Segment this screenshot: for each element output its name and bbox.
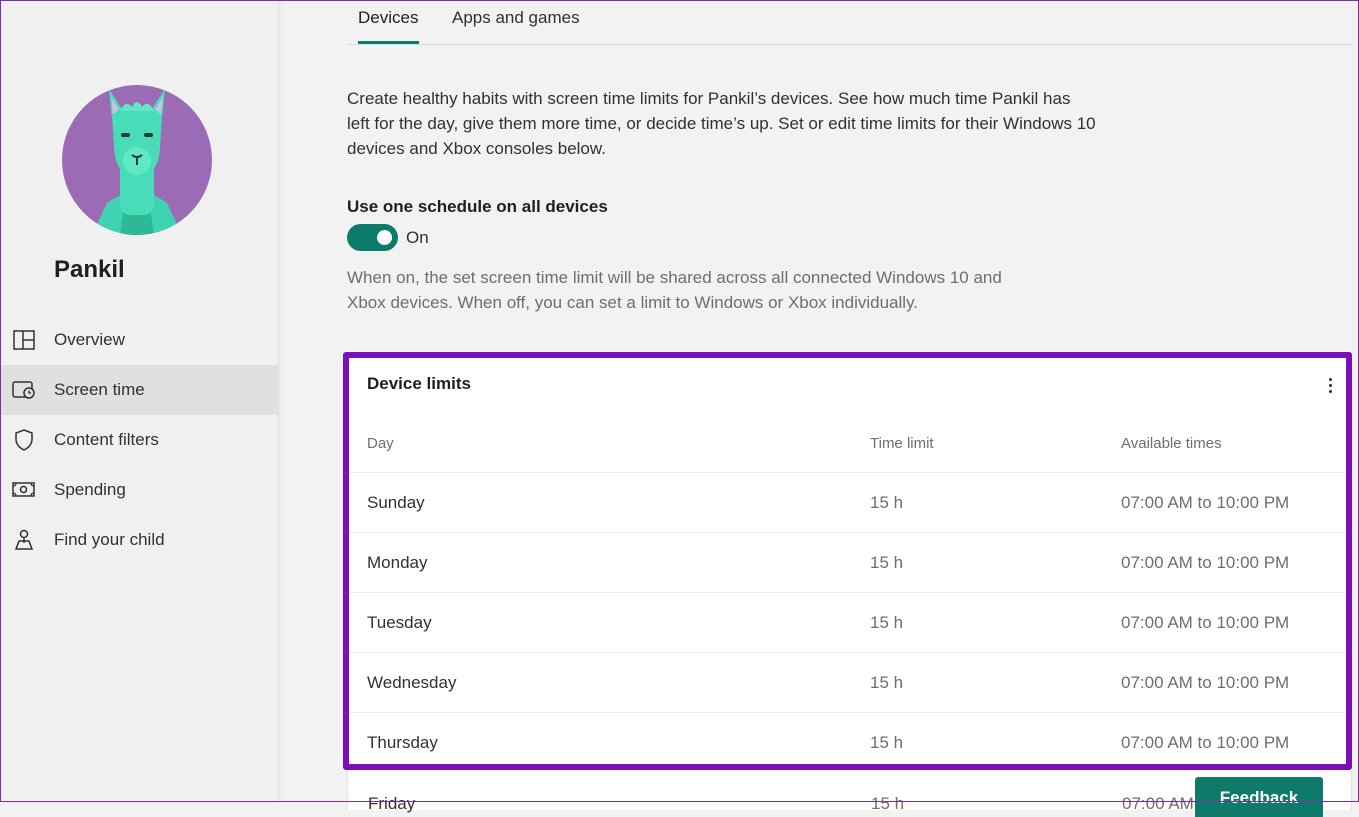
feedback-button[interactable]: Feedback [1195,777,1323,817]
toggle-state-label: On [406,228,429,247]
table-row[interactable]: Sunday 15 h 07:00 AM to 10:00 PM [349,472,1346,532]
row-available-times: 07:00 AM to 10:00 PM [1121,493,1290,512]
sidebar-item-label: Find your child [54,530,165,549]
schedule-title: Use one schedule on all devices [347,197,608,216]
sidebar-item-label: Spending [54,480,126,499]
sidebar-nav: Overview Screen time Content filters Spe… [0,315,279,565]
profile-name: Pankil [54,256,125,283]
table-row[interactable]: Monday 15 h 07:00 AM to 10:00 PM [349,532,1346,592]
sidebar-item-screen-time[interactable]: Screen time [0,365,279,415]
row-day: Monday [367,553,428,572]
tab-devices[interactable]: Devices [358,8,418,28]
main-content: Devices Apps and games Create healthy ha… [280,0,1359,817]
shield-icon [12,429,36,451]
intro-text: Create healthy habits with screen time l… [347,89,1096,158]
row-day: Wednesday [367,673,457,692]
row-available-times: 07:00 AM to 10:00 PM [1121,733,1290,752]
one-schedule-toggle[interactable] [347,224,398,251]
active-tab-indicator [358,41,419,44]
toggle-knob [377,230,392,245]
column-header-day: Day [367,435,394,452]
sidebar-item-label: Content filters [54,430,159,449]
sidebar-item-overview[interactable]: Overview [0,315,279,365]
column-header-time-limit: Time limit [870,435,934,452]
grid-icon [12,329,36,351]
schedule-help-text: When on, the set screen time limit will … [347,268,1002,312]
row-day: Tuesday [367,613,432,632]
column-header-available-times: Available times [1121,435,1222,452]
tab-apps-and-games[interactable]: Apps and games [452,8,580,28]
location-icon [12,529,36,551]
row-time-limit: 15 h [870,553,904,572]
sidebar-item-label: Screen time [54,380,145,399]
sidebar: Pankil Overview Screen time Content filt… [0,0,279,802]
tab-bar: Devices Apps and games [347,0,1352,45]
device-limits-card: Device limits Day Time limit Available t… [343,352,1352,770]
sidebar-item-find-your-child[interactable]: Find your child [0,515,279,565]
table-row[interactable]: Thursday 15 h 07:00 AM to 10:00 PM [349,712,1346,764]
llama-icon [92,89,182,235]
table-row[interactable]: Tuesday 15 h 07:00 AM to 10:00 PM [349,592,1346,652]
row-available-times: 07:00 AM to 10:00 PM [1121,673,1290,692]
screen-time-icon [12,379,36,401]
avatar [62,85,212,235]
row-time-limit: 15 h [870,493,904,512]
money-icon [12,479,36,501]
sidebar-item-label: Overview [54,330,125,349]
more-options-icon[interactable] [1324,372,1336,398]
row-available-times: 07:00 AM to 10:00 PM [1121,553,1290,572]
card-title: Device limits [367,374,471,393]
row-time-limit: 15 h [871,794,905,813]
row-time-limit: 15 h [870,613,904,632]
row-day: Thursday [367,733,438,752]
sidebar-item-spending[interactable]: Spending [0,465,279,515]
row-day: Friday [368,794,416,813]
row-day: Sunday [367,493,425,512]
device-limits-table: Sunday 15 h 07:00 AM to 10:00 PM Monday … [349,472,1346,764]
row-time-limit: 15 h [870,733,904,752]
row-available-times: 07:00 AM to 10:00 PM [1121,613,1290,632]
table-row[interactable]: Wednesday 15 h 07:00 AM to 10:00 PM [349,652,1346,712]
row-available-times: 07:00 AM [1122,794,1194,813]
sidebar-item-content-filters[interactable]: Content filters [0,415,279,465]
row-time-limit: 15 h [870,673,904,692]
